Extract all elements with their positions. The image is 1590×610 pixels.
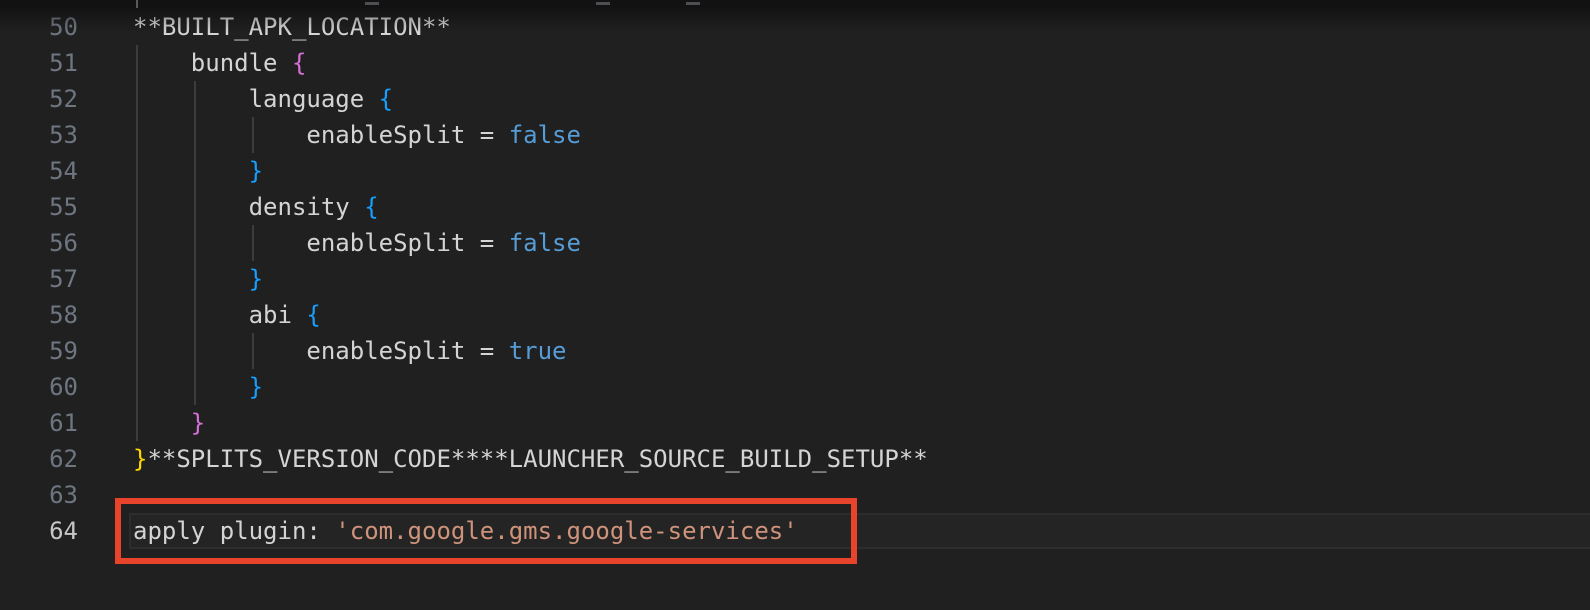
code-line[interactable]: 61 } xyxy=(0,405,1590,441)
indent-guide xyxy=(252,117,254,153)
code-token-brace_blue: } xyxy=(133,157,263,185)
code-token-keyword: true xyxy=(509,337,567,365)
code-token-brace_yellow: } xyxy=(133,445,147,473)
line-number-active[interactable]: 64 xyxy=(0,513,78,549)
code-line[interactable]: 57 } xyxy=(0,261,1590,297)
line-number[interactable]: 50 xyxy=(0,9,78,45)
line-number[interactable]: 52 xyxy=(0,81,78,117)
code-line[interactable]: 55 density { xyxy=(0,189,1590,225)
clipped-glyph-fragment xyxy=(596,2,610,5)
code-text: } xyxy=(133,153,263,189)
code-text: enableSplit = false xyxy=(133,117,581,153)
indent-guide xyxy=(194,81,196,405)
line-number[interactable]: 61 xyxy=(0,405,78,441)
code-line[interactable]: 62}**SPLITS_VERSION_CODE****LAUNCHER_SOU… xyxy=(0,441,1590,477)
line-number[interactable]: 56 xyxy=(0,225,78,261)
code-text: } xyxy=(133,261,263,297)
clipped-glyph-fragment xyxy=(686,2,700,5)
code-token-default: bundle xyxy=(133,49,292,77)
code-line[interactable]: 59 enableSplit = true xyxy=(0,333,1590,369)
code-text: enableSplit = false xyxy=(133,225,581,261)
line-number[interactable]: 55 xyxy=(0,189,78,225)
code-token-brace_magenta: { xyxy=(292,49,306,77)
code-token-default: enableSplit = xyxy=(133,121,509,149)
line-number[interactable]: 54 xyxy=(0,153,78,189)
code-text: enableSplit = true xyxy=(133,333,566,369)
code-line[interactable]: 50 **BUILT_APK_LOCATION** xyxy=(0,9,1590,45)
clipped-indent-guide xyxy=(136,0,138,8)
code-line[interactable]: 53 enableSplit = false xyxy=(0,117,1590,153)
code-token-brace_blue: { xyxy=(364,193,378,221)
code-token-brace_blue: } xyxy=(133,265,263,293)
code-text: abi { xyxy=(133,297,321,333)
line-number[interactable]: 59 xyxy=(0,333,78,369)
code-token-brace_blue: } xyxy=(133,373,263,401)
code-token-keyword: false xyxy=(509,229,581,257)
line-number[interactable]: 60 xyxy=(0,369,78,405)
line-number[interactable]: 58 xyxy=(0,297,78,333)
code-line[interactable]: 54 } xyxy=(0,153,1590,189)
code-token-default: **SPLITS_VERSION_CODE****LAUNCHER_SOURCE… xyxy=(147,445,927,473)
code-editor: 50**BUILT_APK_LOCATION**51 bundle {52 la… xyxy=(0,0,1590,610)
code-line[interactable]: 60 } xyxy=(0,369,1590,405)
line-number[interactable]: 53 xyxy=(0,117,78,153)
code-token-default: **BUILT_APK_LOCATION** xyxy=(133,13,451,41)
line-number[interactable]: 62 xyxy=(0,441,78,477)
code-text: language { xyxy=(133,81,393,117)
indent-guide xyxy=(252,225,254,261)
code-token-default: enableSplit = xyxy=(133,229,509,257)
indent-guide xyxy=(136,45,138,441)
code-text: bundle { xyxy=(133,45,306,81)
top-tab-bar-edge xyxy=(0,0,1590,8)
code-text: } xyxy=(133,369,263,405)
indent-guide xyxy=(252,333,254,369)
annotation-red-box xyxy=(115,498,857,564)
code-line[interactable]: 56 enableSplit = false xyxy=(0,225,1590,261)
line-number[interactable]: 51 xyxy=(0,45,78,81)
code-text: density { xyxy=(133,189,379,225)
code-line[interactable]: 52 language { xyxy=(0,81,1590,117)
code-token-default: language xyxy=(133,85,379,113)
code-token-default: enableSplit = xyxy=(133,337,509,365)
code-token-brace_blue: { xyxy=(306,301,320,329)
code-text: } xyxy=(133,405,205,441)
code-token-keyword: false xyxy=(509,121,581,149)
clipped-glyph-fragment xyxy=(365,2,379,5)
code-token-default: abi xyxy=(133,301,306,329)
code-token-brace_blue: { xyxy=(379,85,393,113)
code-line[interactable]: 58 abi { xyxy=(0,297,1590,333)
code-token-brace_magenta: } xyxy=(133,409,205,437)
code-line[interactable]: 51 bundle { xyxy=(0,45,1590,81)
line-number[interactable]: 57 xyxy=(0,261,78,297)
code-text: **BUILT_APK_LOCATION** xyxy=(133,9,451,45)
code-text: }**SPLITS_VERSION_CODE****LAUNCHER_SOURC… xyxy=(133,441,928,477)
line-number[interactable]: 63 xyxy=(0,477,78,513)
code-token-default: density xyxy=(133,193,364,221)
